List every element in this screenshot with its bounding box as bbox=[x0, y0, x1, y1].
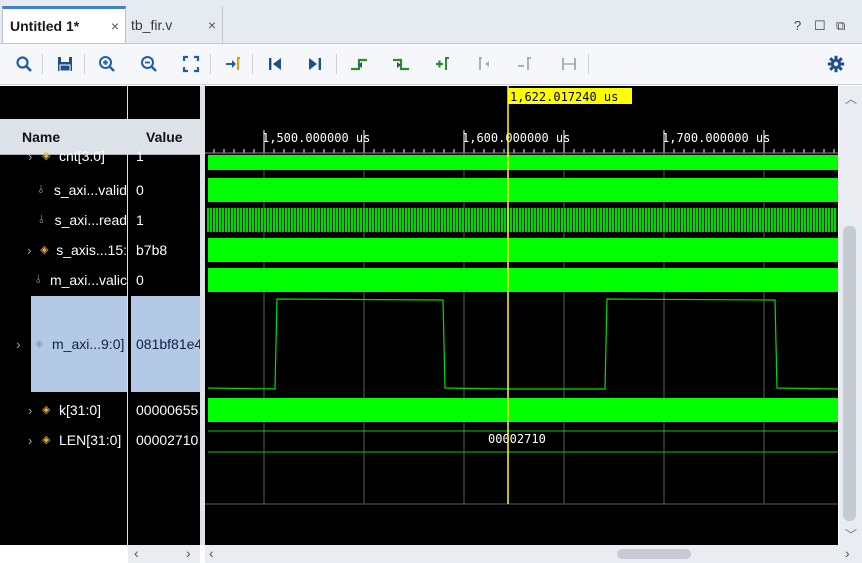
signal-name: k[31:0] bbox=[59, 402, 102, 418]
wave-s-axi-ready bbox=[207, 208, 838, 232]
signal-name: s_axis...15: bbox=[56, 242, 127, 258]
bit-signal-icon: ⫰ bbox=[39, 214, 44, 226]
vertical-scrollbar[interactable]: ︿ ﹀ bbox=[839, 86, 862, 545]
go-to-cursor-icon[interactable] bbox=[220, 52, 246, 76]
value-pane-hscroll[interactable]: ‹ › bbox=[128, 545, 200, 563]
previous-marker-icon[interactable] bbox=[472, 52, 498, 76]
bit-signal-icon: ⫰ bbox=[38, 184, 44, 196]
editor-tab-bar: Untitled 1* × tb_fir.v × ? ☐ ⧉ bbox=[0, 0, 862, 44]
wave-k bbox=[208, 398, 838, 422]
search-icon[interactable] bbox=[11, 52, 37, 76]
signal-row[interactable]: › ◈ LEN[31:0] bbox=[0, 426, 127, 454]
expand-chevron-icon[interactable]: › bbox=[28, 403, 42, 418]
signal-value[interactable]: 00002710 bbox=[131, 426, 200, 454]
close-tab-icon[interactable]: × bbox=[208, 17, 216, 33]
bus-signal-icon: ◈ bbox=[42, 150, 51, 162]
signal-row[interactable]: ◈ m_axi...9:0] bbox=[31, 296, 127, 392]
restore-icon[interactable]: ☐ bbox=[814, 18, 826, 34]
scroll-left-icon[interactable]: ‹ bbox=[209, 545, 214, 561]
waveform-canvas[interactable]: 1,500.000000 us 1,600.000000 us 1,700.00… bbox=[205, 86, 838, 545]
signal-value[interactable]: 0 bbox=[131, 176, 200, 204]
wave-s-axis-data bbox=[208, 238, 838, 262]
signal-value[interactable]: 1 bbox=[131, 146, 200, 166]
scroll-down-icon[interactable]: ﹀ bbox=[845, 526, 857, 543]
wave-s-axi-valid bbox=[208, 178, 838, 202]
signal-row[interactable]: › ◈ k[31:0] bbox=[0, 396, 127, 424]
tab-label: tb_fir.v bbox=[131, 16, 173, 33]
cursor-time-label: 1,622.017240 us bbox=[510, 90, 618, 104]
zoom-fit-icon[interactable] bbox=[178, 52, 204, 76]
go-to-end-icon[interactable] bbox=[302, 52, 328, 76]
time-tick-label: 1,600.000000 us bbox=[462, 131, 570, 145]
signal-value[interactable]: 1 bbox=[131, 206, 200, 234]
time-tick-label: 1,500.000000 us bbox=[262, 131, 370, 145]
signal-name: m_axi...valic bbox=[49, 272, 127, 288]
next-transition-icon[interactable] bbox=[388, 52, 414, 76]
signal-value[interactable]: b7b8 bbox=[131, 236, 200, 264]
settings-gear-icon[interactable] bbox=[823, 52, 849, 76]
signal-row[interactable]: ⫰ m_axi...valic bbox=[0, 266, 127, 294]
scroll-left-icon[interactable]: ‹ bbox=[134, 545, 139, 561]
zoom-out-icon[interactable] bbox=[136, 52, 162, 76]
go-to-start-icon[interactable] bbox=[262, 52, 288, 76]
save-icon[interactable] bbox=[52, 52, 78, 76]
expand-chevron-icon[interactable]: › bbox=[28, 433, 42, 448]
next-marker-icon[interactable] bbox=[512, 52, 538, 76]
add-marker-icon[interactable] bbox=[430, 52, 456, 76]
close-tab-icon[interactable]: × bbox=[111, 18, 119, 34]
previous-transition-icon[interactable] bbox=[346, 52, 372, 76]
signal-value[interactable]: 081bf81e4 bbox=[131, 296, 200, 392]
help-icon[interactable]: ? bbox=[794, 18, 801, 33]
expand-chevron-icon[interactable]: › bbox=[0, 296, 30, 392]
signal-name: cnt[3:0] bbox=[59, 148, 105, 164]
waveform-toolbar bbox=[0, 44, 862, 85]
tab-tb-fir[interactable]: tb_fir.v × bbox=[127, 6, 223, 43]
signal-name: m_axi...9:0] bbox=[52, 336, 125, 352]
signal-row[interactable]: ⫰ s_axi...valid bbox=[0, 176, 127, 204]
analog-bus-icon: ◈ bbox=[35, 338, 44, 350]
tab-label: Untitled 1* bbox=[10, 18, 80, 34]
waveform-hscroll[interactable]: ‹ › bbox=[205, 545, 862, 563]
signal-row[interactable]: ⫰ s_axi...read bbox=[0, 206, 127, 234]
signal-row[interactable]: › ◈ s_axis...15: bbox=[0, 236, 127, 264]
time-tick-label: 1,700.000000 us bbox=[662, 131, 770, 145]
signal-name: s_axi...read bbox=[54, 212, 127, 228]
tab-untitled-1[interactable]: Untitled 1* × bbox=[2, 6, 126, 43]
maximize-icon[interactable]: ⧉ bbox=[836, 18, 845, 34]
wave-len-value: 00002710 bbox=[488, 432, 546, 446]
name-pane-hscroll bbox=[0, 545, 127, 563]
expand-chevron-icon[interactable]: › bbox=[28, 149, 42, 164]
bit-signal-icon: ⫰ bbox=[35, 274, 41, 286]
horizontal-scroll-thumb[interactable] bbox=[617, 549, 691, 559]
signal-value[interactable]: 00000655 bbox=[131, 396, 200, 424]
zoom-in-icon[interactable] bbox=[94, 52, 120, 76]
signal-value[interactable]: 0 bbox=[131, 266, 200, 294]
waveform-svg: 1,500.000000 us 1,600.000000 us 1,700.00… bbox=[205, 86, 838, 505]
scroll-up-icon[interactable]: ︿ bbox=[845, 90, 857, 107]
signal-name: LEN[31:0] bbox=[59, 432, 122, 448]
expand-chevron-icon[interactable]: › bbox=[27, 243, 40, 258]
signal-row[interactable]: › ◈ cnt[3:0] bbox=[0, 146, 127, 166]
wave-m-axi-data-analog bbox=[207, 298, 838, 390]
bus-signal-icon: ◈ bbox=[40, 244, 49, 256]
bus-signal-icon: ◈ bbox=[42, 404, 51, 416]
scroll-right-icon[interactable]: › bbox=[845, 545, 850, 561]
column-divider[interactable] bbox=[127, 86, 128, 545]
signal-name: s_axi...valid bbox=[53, 182, 127, 198]
scroll-right-icon[interactable]: › bbox=[186, 545, 191, 561]
wave-m-axi-valid bbox=[208, 268, 838, 292]
wave-cnt bbox=[208, 155, 838, 170]
vertical-scroll-thumb[interactable] bbox=[843, 226, 856, 521]
bus-signal-icon: ◈ bbox=[42, 434, 51, 446]
swap-cursors-icon[interactable] bbox=[556, 52, 582, 76]
